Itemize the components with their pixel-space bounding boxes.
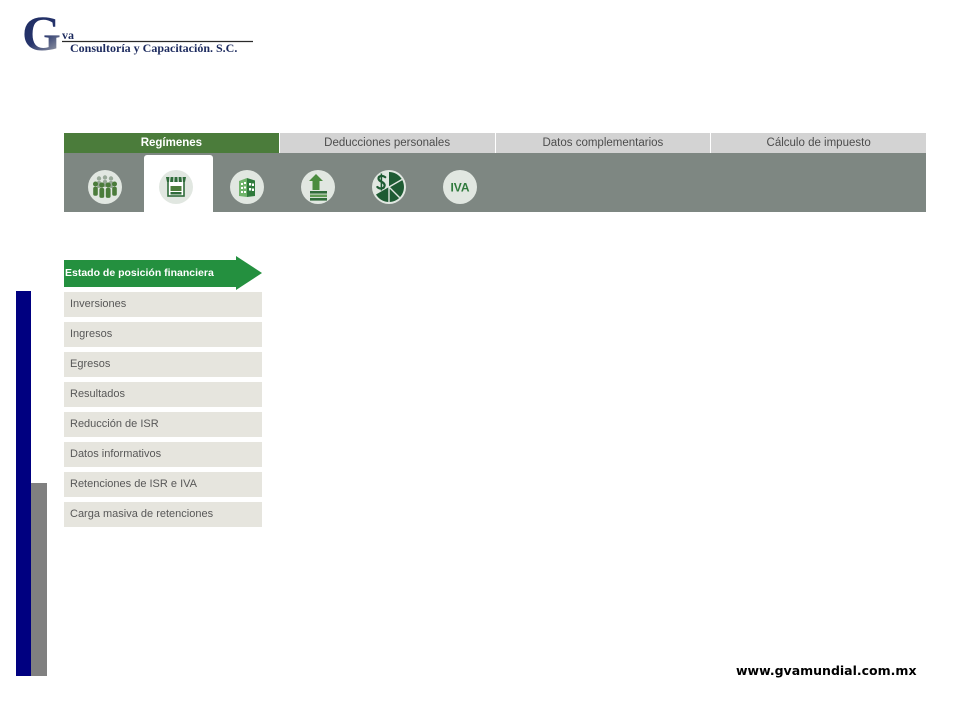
tab-deducciones-personales[interactable]: Deducciones personales	[279, 133, 495, 153]
menu-item-carga-masiva-retenciones[interactable]: Carga masiva de retenciones	[64, 502, 262, 527]
menu-item-ingresos[interactable]: Ingresos	[64, 322, 262, 347]
menu-item-retenciones-isr-iva[interactable]: Retenciones de ISR e IVA	[64, 472, 262, 497]
menu-item-resultados[interactable]: Resultados	[64, 382, 262, 407]
logo-mark-suffix: va	[62, 28, 74, 42]
main-tab-bar: Regímenes Deducciones personales Datos c…	[64, 133, 926, 153]
menu-item-egresos[interactable]: Egresos	[64, 352, 262, 377]
regime-button-iva[interactable]: IVA	[442, 169, 478, 205]
menu-item-active-label: Estado de posición financiera	[65, 267, 214, 279]
website-url: www.gvamundial.com.mx	[736, 663, 917, 678]
regime-button-money-growth[interactable]	[300, 169, 336, 205]
menu-item-inversiones[interactable]: Inversiones	[64, 292, 262, 317]
store-icon	[159, 170, 193, 204]
menu-item-reduccion-isr[interactable]: Reducción de ISR	[64, 412, 262, 437]
tab-datos-complementarios[interactable]: Datos complementarios	[495, 133, 711, 153]
dollar-pie-chart-icon	[372, 170, 406, 204]
logo-mark-letter: G	[22, 6, 61, 58]
building-icon	[230, 170, 264, 204]
iva-icon: IVA	[443, 170, 477, 204]
company-logo: G va Consultoría y Capacitación. S.C.	[22, 6, 253, 58]
regime-button-store[interactable]	[158, 169, 194, 205]
tab-calculo-de-impuesto[interactable]: Cálculo de impuesto	[711, 133, 926, 153]
regime-button-building[interactable]	[229, 169, 265, 205]
regime-button-dollar-pie[interactable]	[371, 169, 407, 205]
regime-button-people[interactable]	[87, 169, 123, 205]
iva-label: IVA	[450, 181, 469, 195]
menu-item-estado-posicion-financiera[interactable]: Estado de posición financiera	[64, 256, 262, 290]
decorative-bar-navy	[16, 291, 31, 676]
regime-icon-bar: IVA	[64, 153, 926, 212]
decorative-bar-gray	[31, 483, 47, 676]
menu-item-datos-informativos[interactable]: Datos informativos	[64, 442, 262, 467]
tab-regimenes[interactable]: Regímenes	[64, 133, 279, 153]
logo-company-name: Consultoría y Capacitación. S.C.	[70, 41, 237, 55]
people-group-icon	[88, 170, 122, 204]
money-growth-icon	[301, 170, 335, 204]
